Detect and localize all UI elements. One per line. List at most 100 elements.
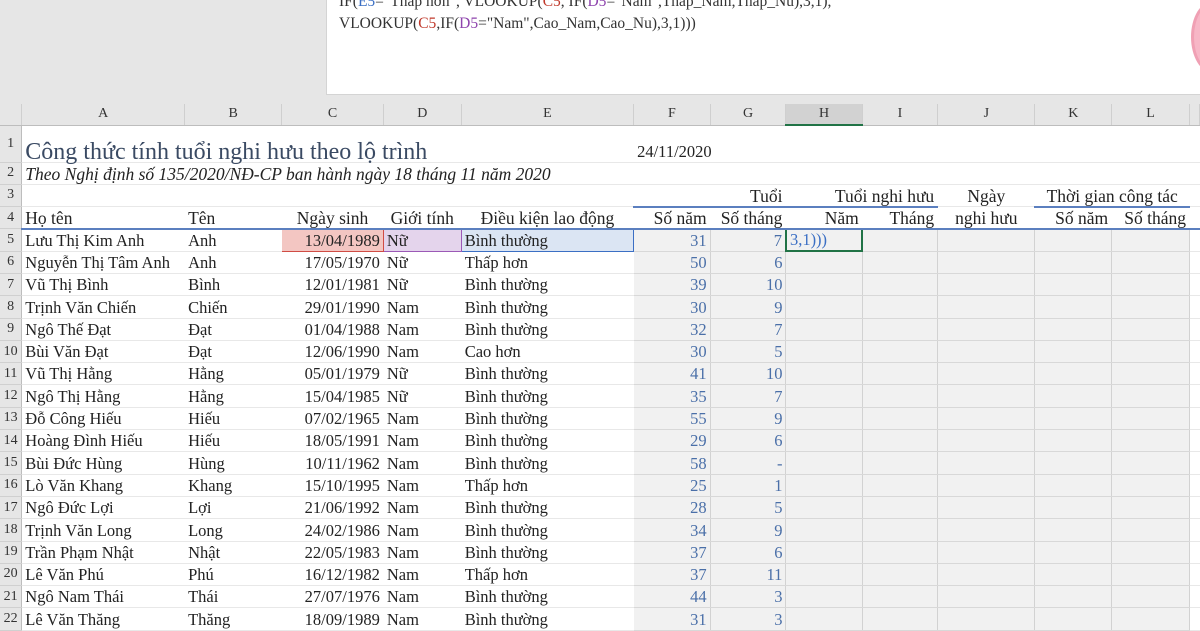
empty-cell[interactable] [862, 273, 939, 297]
full-name-cell[interactable]: Bùi Đức Hùng [21, 451, 186, 475]
work-condition-cell[interactable]: Bình thường [461, 273, 635, 297]
age-years-cell[interactable]: 28 [633, 496, 711, 520]
empty-cell[interactable] [785, 295, 863, 319]
full-name-cell[interactable]: Lò Văn Khang [21, 474, 186, 497]
birth-date-cell[interactable]: 22/05/1983 [281, 541, 384, 564]
gender-cell[interactable]: Nữ [383, 273, 462, 297]
first-name-cell[interactable]: Hiếu [184, 407, 283, 431]
row-header-14[interactable]: 14 [0, 429, 23, 453]
work-condition-cell[interactable]: Bình thường [461, 429, 635, 453]
empty-cell[interactable] [1034, 451, 1113, 475]
age-months-cell[interactable]: 9 [710, 295, 787, 319]
full-name-cell[interactable]: Ngô Nam Thái [21, 585, 186, 609]
sheet-title[interactable]: Công thức tính tuổi nghi hưu theo lộ trì… [21, 125, 635, 164]
birth-date-cell[interactable]: 12/01/1981 [281, 273, 384, 297]
empty-cell[interactable] [937, 496, 1036, 520]
row-header-8[interactable]: 8 [0, 295, 23, 319]
gender-cell[interactable]: Nam [383, 585, 462, 609]
work-condition-cell[interactable]: Bình thường [461, 541, 635, 564]
birth-date-cell[interactable]: 21/06/1992 [281, 496, 384, 520]
gender-cell[interactable]: Nam [383, 340, 462, 364]
empty-cell[interactable] [1034, 585, 1113, 609]
first-name-cell[interactable]: Long [184, 518, 283, 542]
empty-cell[interactable] [1034, 318, 1113, 341]
empty-cell[interactable] [862, 585, 939, 609]
cell[interactable] [862, 125, 939, 163]
gender-cell[interactable]: Nữ [382, 228, 462, 252]
work-condition-cell[interactable]: Thấp hơn [461, 563, 635, 587]
gender-cell[interactable]: Nam [383, 318, 462, 341]
empty-cell[interactable] [1111, 273, 1190, 297]
birth-date-cell[interactable]: 01/04/1988 [281, 318, 384, 341]
gender-cell[interactable]: Nữ [383, 384, 462, 408]
work-condition-cell[interactable]: Bình thường [461, 384, 635, 408]
column-header-K[interactable]: K [1034, 104, 1113, 126]
work-condition-cell[interactable]: Bình thường [461, 518, 635, 542]
first-name-cell[interactable]: Hằng [184, 362, 283, 386]
gender-cell[interactable]: Nữ [383, 362, 462, 386]
empty-cell[interactable] [1111, 585, 1190, 609]
gender-cell[interactable]: Nữ [383, 251, 462, 274]
empty-cell[interactable] [1111, 541, 1190, 564]
empty-cell[interactable] [785, 407, 863, 431]
column-header-F[interactable]: F [633, 104, 711, 126]
birth-date-cell[interactable]: 27/07/1976 [281, 585, 384, 609]
empty-cell[interactable] [1034, 407, 1113, 431]
gender-cell[interactable]: Nam [383, 474, 462, 497]
empty-cell[interactable] [1034, 273, 1113, 297]
empty-cell[interactable] [862, 384, 939, 408]
birth-date-cell[interactable]: 15/04/1985 [281, 384, 384, 408]
empty-cell[interactable] [937, 518, 1036, 542]
empty-cell[interactable] [785, 451, 863, 475]
empty-cell[interactable] [862, 295, 939, 319]
row-header-10[interactable]: 10 [0, 340, 23, 364]
empty-cell[interactable] [862, 407, 939, 431]
group-header-tuoi[interactable]: Tuổi [633, 184, 787, 208]
age-months-cell[interactable]: 3 [710, 585, 787, 609]
age-years-cell[interactable]: 55 [633, 407, 711, 431]
cell[interactable] [633, 162, 711, 185]
row-header-15[interactable]: 15 [0, 451, 23, 475]
age-years-cell[interactable]: 32 [633, 318, 711, 341]
column-title-12[interactable]: Số tháng [1111, 206, 1190, 230]
first-name-cell[interactable]: Hằng [184, 384, 283, 408]
work-condition-cell[interactable]: Bình thường [461, 407, 635, 431]
birth-date-cell[interactable]: 18/05/1991 [281, 429, 384, 453]
full-name-cell[interactable]: Lưu Thị Kim Anh [21, 228, 186, 252]
row-header-16[interactable]: 16 [0, 474, 23, 497]
first-name-cell[interactable]: Thái [184, 585, 283, 609]
spreadsheet-grid[interactable]: A B C D E F G H I J K L 1 Công thức tính tuổi nghi hư… [0, 104, 1200, 631]
column-title-2[interactable]: Tên [184, 206, 283, 230]
age-months-cell[interactable]: 6 [710, 251, 787, 274]
age-years-cell[interactable]: 44 [633, 585, 711, 609]
cell[interactable] [1189, 429, 1200, 453]
group-header-thoi-gian-cong-tac[interactable]: Thời gian công tác [1034, 184, 1190, 208]
birth-date-cell[interactable]: 29/01/1990 [281, 295, 384, 319]
cell[interactable] [1189, 251, 1200, 274]
column-title-5[interactable]: Điều kiện lao động [461, 206, 635, 230]
row-header-18[interactable]: 18 [0, 518, 23, 542]
gender-cell[interactable]: Nam [383, 407, 462, 431]
cell[interactable] [1189, 162, 1200, 185]
column-title-7[interactable]: Số tháng [710, 206, 787, 230]
cell[interactable] [184, 184, 283, 208]
column-title-10[interactable]: nghi hưu [937, 206, 1036, 230]
full-name-cell[interactable]: Lê Văn Thăng [21, 607, 186, 631]
row-header-21[interactable]: 21 [0, 585, 23, 609]
row-header-19[interactable]: 19 [0, 541, 23, 564]
empty-cell[interactable] [1111, 340, 1190, 364]
full-name-cell[interactable]: Lê Văn Phú [21, 563, 186, 587]
cell[interactable] [710, 162, 787, 185]
row-header-3[interactable]: 3 [0, 184, 23, 208]
column-header-L[interactable]: L [1111, 104, 1190, 126]
column-header-I[interactable]: I [862, 104, 939, 126]
first-name-cell[interactable]: Hiếu [184, 429, 283, 453]
empty-cell[interactable] [1111, 362, 1190, 386]
cell[interactable] [383, 184, 462, 208]
birth-date-cell[interactable]: 13/04/1989 [281, 228, 384, 252]
empty-cell[interactable] [1111, 407, 1190, 431]
birth-date-cell[interactable]: 12/06/1990 [281, 340, 384, 364]
empty-cell[interactable] [785, 362, 863, 386]
age-years-cell[interactable]: 37 [633, 563, 711, 587]
empty-cell[interactable] [937, 429, 1036, 453]
